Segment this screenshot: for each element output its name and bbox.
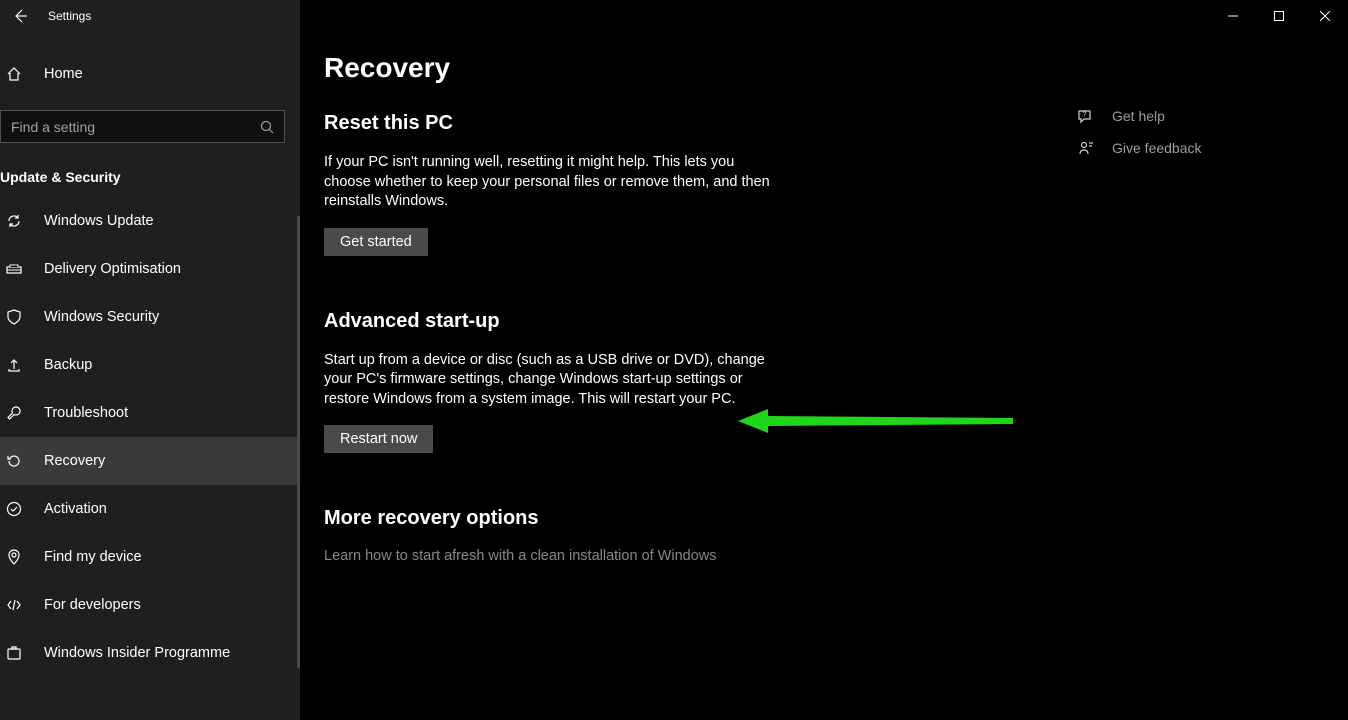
window-title: Settings <box>48 9 91 23</box>
sidebar-item-recovery[interactable]: Recovery <box>0 437 300 485</box>
page-title: Recovery <box>324 52 1348 84</box>
home-label: Home <box>44 66 83 82</box>
sidebar-item-label: Windows Security <box>44 309 159 325</box>
sidebar-item-troubleshoot[interactable]: Troubleshoot <box>0 389 300 437</box>
feedback-icon <box>1078 140 1096 156</box>
main-content: Recovery Reset this PC If your PC isn't … <box>300 0 1348 720</box>
restart-now-button[interactable]: Restart now <box>324 425 433 453</box>
sidebar-item-find-my-device[interactable]: Find my device <box>0 533 300 581</box>
get-started-button[interactable]: Get started <box>324 228 428 256</box>
back-button[interactable] <box>8 4 32 28</box>
sidebar-item-label: Windows Insider Programme <box>44 645 230 661</box>
sidebar-item-label: For developers <box>44 597 141 613</box>
insider-icon <box>4 645 24 661</box>
sidebar-item-delivery-optimisation[interactable]: Delivery Optimisation <box>0 245 300 293</box>
sidebar-item-label: Activation <box>44 501 107 517</box>
sidebar-item-activation[interactable]: Activation <box>0 485 300 533</box>
sidebar-item-windows-security[interactable]: Windows Security <box>0 293 300 341</box>
feedback-label: Give feedback <box>1112 140 1202 156</box>
shield-icon <box>4 309 24 325</box>
sidebar-item-label: Delivery Optimisation <box>44 261 181 277</box>
help-column: ? Get help Give feedback <box>1078 100 1308 164</box>
sidebar-item-label: Windows Update <box>44 213 154 229</box>
svg-text:?: ? <box>1083 112 1087 119</box>
backup-icon <box>4 357 24 373</box>
minimize-button[interactable] <box>1210 0 1256 32</box>
sidebar-item-label: Recovery <box>44 453 105 469</box>
help-label: Get help <box>1112 108 1165 124</box>
advanced-heading: Advanced start-up <box>324 310 884 333</box>
wrench-icon <box>4 405 24 421</box>
location-icon <box>4 549 24 565</box>
search-icon <box>260 120 274 134</box>
search-input[interactable] <box>11 119 250 135</box>
developer-icon <box>4 597 24 613</box>
sidebar-item-backup[interactable]: Backup <box>0 341 300 389</box>
home-icon <box>4 66 24 82</box>
advanced-body: Start up from a device or disc (such as … <box>324 351 774 410</box>
sidebar-item-label: Backup <box>44 357 92 373</box>
titlebar: Settings <box>0 0 1348 32</box>
sidebar-nav-list: Windows Update Delivery Optimisation Win… <box>0 197 300 677</box>
sidebar-item-windows-insider[interactable]: Windows Insider Programme <box>0 629 300 677</box>
more-heading: More recovery options <box>324 507 884 530</box>
sidebar-item-for-developers[interactable]: For developers <box>0 581 300 629</box>
reset-heading: Reset this PC <box>324 112 884 135</box>
more-recovery-link[interactable]: Learn how to start afresh with a clean i… <box>324 548 884 564</box>
close-button[interactable] <box>1302 0 1348 32</box>
maximize-button[interactable] <box>1256 0 1302 32</box>
sidebar-item-label: Find my device <box>44 549 142 565</box>
delivery-icon <box>4 261 24 277</box>
recovery-icon <box>4 453 24 469</box>
sync-icon <box>4 213 24 229</box>
check-circle-icon <box>4 501 24 517</box>
sidebar: Home Update & Security Windows Update De… <box>0 0 300 720</box>
reset-body: If your PC isn't running well, resetting… <box>324 153 774 212</box>
get-help-link[interactable]: ? Get help <box>1078 100 1308 132</box>
search-box[interactable] <box>0 110 285 143</box>
sidebar-item-windows-update[interactable]: Windows Update <box>0 197 300 245</box>
give-feedback-link[interactable]: Give feedback <box>1078 132 1308 164</box>
sidebar-item-label: Troubleshoot <box>44 405 128 421</box>
help-icon: ? <box>1078 108 1096 124</box>
home-nav[interactable]: Home <box>0 52 300 96</box>
sidebar-section-header: Update & Security <box>0 143 300 197</box>
